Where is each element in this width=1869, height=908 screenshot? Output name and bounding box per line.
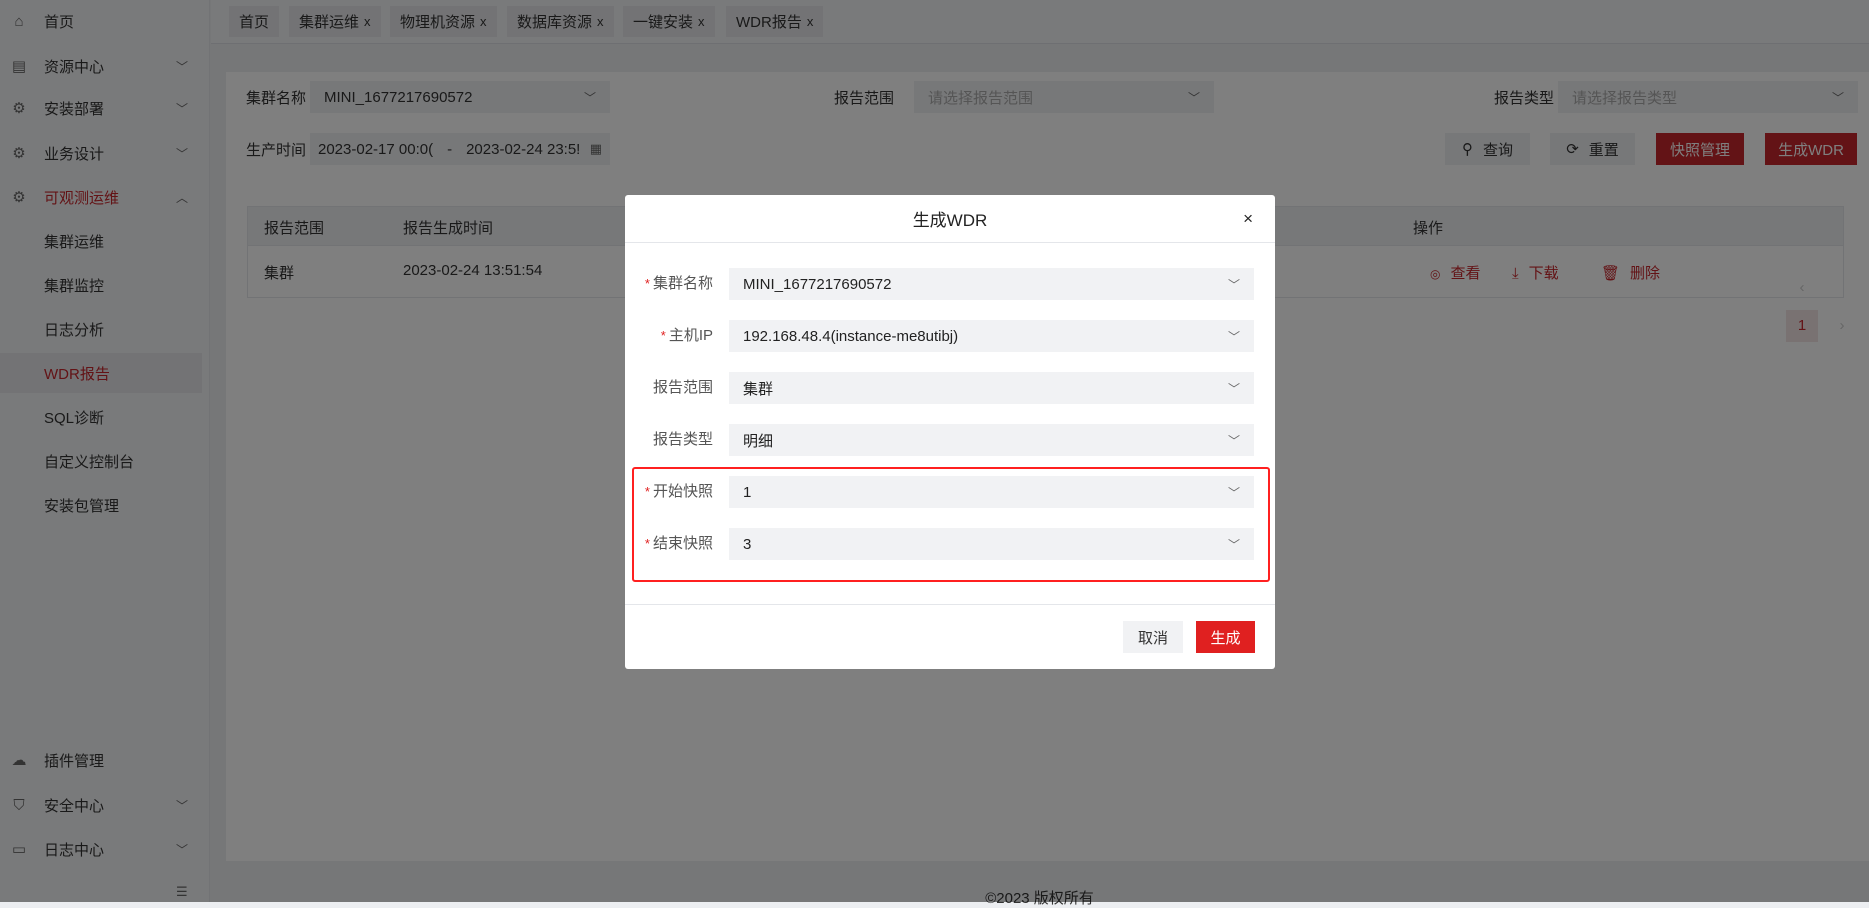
label-text: 结束快照	[652, 535, 713, 552]
chevron-down-icon: ﹀	[1227, 485, 1240, 500]
label-text: 报告类型	[652, 431, 713, 448]
required-mark: *	[644, 276, 650, 291]
field-label: 报告范围	[593, 372, 713, 404]
select-value: 1	[743, 483, 752, 501]
host-ip-select[interactable]: 192.168.48.4(instance-me8utibj) ﹀	[729, 320, 1254, 352]
start-snapshot-select[interactable]: 1 ﹀	[729, 476, 1254, 508]
required-mark: *	[644, 484, 650, 499]
cancel-button[interactable]: 取消	[1123, 621, 1183, 653]
cluster-name-select[interactable]: MINI_1677217690572 ﹀	[729, 268, 1254, 300]
dialog-header: 生成WDR ×	[625, 195, 1275, 243]
chevron-down-icon: ﹀	[1227, 277, 1240, 292]
end-snapshot-select[interactable]: 3 ﹀	[729, 528, 1254, 560]
generate-button[interactable]: 生成	[1196, 621, 1255, 653]
select-value: 集群	[743, 380, 774, 398]
field-label: * 开始快照	[593, 476, 713, 508]
label-text: 报告范围	[652, 379, 713, 396]
chevron-down-icon: ﹀	[1227, 381, 1240, 396]
chevron-down-icon: ﹀	[1227, 433, 1240, 448]
dialog-title: 生成WDR	[912, 211, 988, 230]
select-value: 明细	[743, 432, 774, 450]
report-scope-select[interactable]: 集群 ﹀	[729, 372, 1254, 404]
required-mark: *	[660, 328, 666, 343]
report-type-select[interactable]: 明细 ﹀	[729, 424, 1254, 456]
select-value: 3	[743, 535, 752, 553]
dialog-footer	[625, 604, 1275, 605]
select-value: 192.168.48.4(instance-me8utibj)	[743, 327, 959, 345]
label-text: 集群名称	[652, 275, 713, 292]
chevron-down-icon: ﹀	[1227, 329, 1240, 344]
chevron-down-icon: ﹀	[1227, 537, 1240, 552]
field-label: 报告类型	[593, 424, 713, 456]
field-label: * 结束快照	[593, 528, 713, 560]
select-value: MINI_1677217690572	[743, 275, 892, 293]
close-icon[interactable]: ×	[1243, 209, 1253, 229]
field-label: * 主机IP	[593, 320, 713, 352]
field-label: * 集群名称	[593, 268, 713, 300]
label-text: 主机IP	[668, 327, 713, 344]
required-mark: *	[644, 536, 650, 551]
generate-wdr-dialog: 生成WDR × * 集群名称 MINI_1677217690572 ﹀ * 主机IP 1…	[625, 195, 1275, 669]
label-text: 开始快照	[652, 483, 713, 500]
